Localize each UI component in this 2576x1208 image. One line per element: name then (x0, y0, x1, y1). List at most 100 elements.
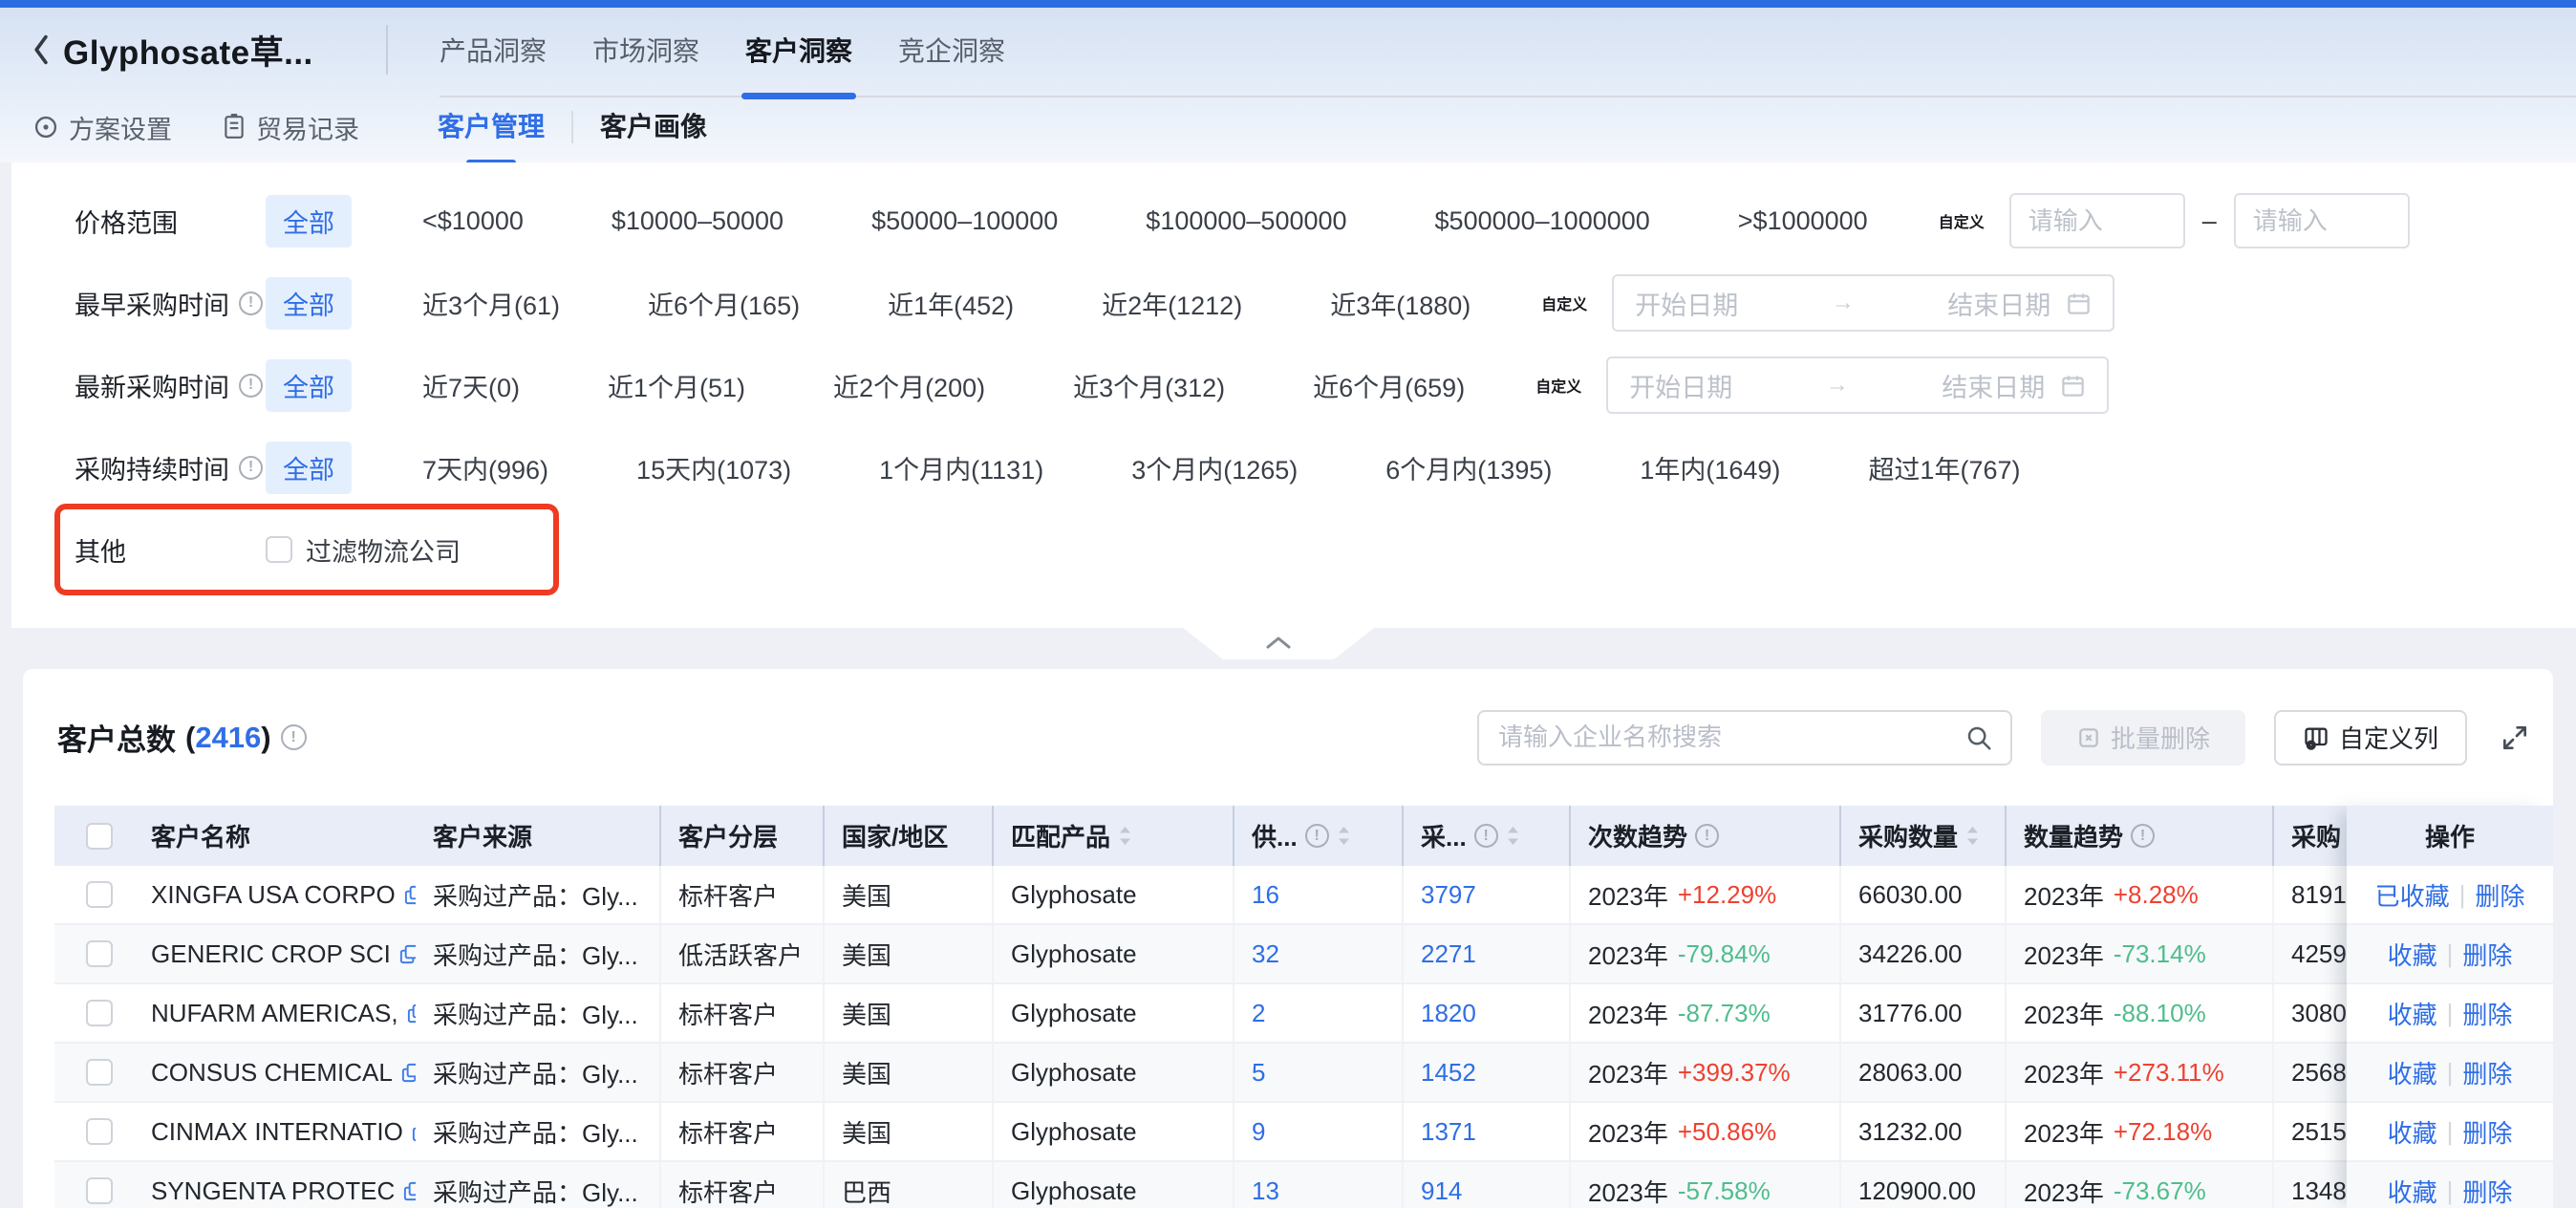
count-link[interactable]: 1452 (1421, 1058, 1476, 1088)
customer-name[interactable]: CONSUS CHEMICAL (151, 1058, 393, 1088)
count-link[interactable]: 1371 (1421, 1117, 1476, 1147)
copy-icon[interactable] (398, 943, 416, 965)
search-icon[interactable] (1964, 723, 1993, 752)
filter-option[interactable]: 近3个月(61) (405, 277, 577, 330)
scheme-settings-button[interactable]: 方案设置 (32, 109, 172, 146)
row-checkbox[interactable] (86, 881, 113, 908)
subtab-客户画像[interactable]: 客户画像 (600, 106, 707, 148)
sort-icon[interactable] (1118, 824, 1132, 848)
filter-option[interactable]: $50000–100000 (854, 199, 1075, 244)
copy-icon[interactable] (403, 884, 416, 906)
filter-option[interactable]: 6个月内(1395) (1368, 442, 1569, 494)
filter-option[interactable]: 7天内(996) (405, 442, 566, 494)
search-input[interactable] (1498, 723, 1964, 752)
count-link[interactable]: 9 (1252, 1117, 1265, 1147)
count-link[interactable]: 5 (1252, 1058, 1265, 1088)
row-checkbox[interactable] (86, 1059, 113, 1086)
count-value[interactable]: 2416 (195, 721, 261, 754)
custom-columns-button[interactable]: 自定义列 (2274, 710, 2467, 766)
custom-option[interactable]: 自定义 (1535, 374, 1581, 397)
tab-客户洞察[interactable]: 客户洞察 (745, 8, 852, 92)
filter-option[interactable]: 全部 (266, 277, 352, 330)
favorite-link[interactable]: 收藏 (2388, 1055, 2437, 1090)
delete-link[interactable]: 删除 (2475, 877, 2524, 913)
count-link[interactable]: 16 (1252, 880, 1279, 910)
count-link[interactable]: 3797 (1421, 880, 1476, 910)
filter-option[interactable]: 近6个月(659) (1296, 359, 1482, 412)
customer-name[interactable]: CINMAX INTERNATIO (151, 1117, 403, 1147)
sub-tabs: 客户管理 客户画像 (386, 106, 707, 148)
favorite-link[interactable]: 收藏 (2388, 1114, 2437, 1150)
tab-市场洞察[interactable]: 市场洞察 (592, 8, 699, 92)
sort-icon[interactable] (1965, 824, 1980, 848)
copy-icon[interactable] (400, 1062, 416, 1084)
price-max-input[interactable] (2234, 193, 2410, 248)
customer-name[interactable]: SYNGENTA PROTEC (151, 1176, 395, 1206)
favorite-link[interactable]: 收藏 (2388, 937, 2437, 972)
logistics-filter-checkbox[interactable] (266, 536, 292, 563)
delete-link[interactable]: 删除 (2462, 1114, 2512, 1150)
breadcrumb[interactable]: Glyphosate草... (0, 26, 386, 75)
filter-option[interactable]: 近1年(452) (870, 277, 1031, 330)
filter-option[interactable]: 近1个月(51) (590, 359, 762, 412)
delete-link[interactable]: 删除 (2462, 1174, 2512, 1208)
supplier-count-cell: 5 (1234, 1044, 1404, 1101)
filter-option[interactable]: 15天内(1073) (619, 442, 808, 494)
customer-name[interactable]: GENERIC CROP SCI (151, 939, 391, 969)
filter-option[interactable]: $500000–1000000 (1418, 199, 1667, 244)
custom-option[interactable]: 自定义 (1939, 209, 1985, 232)
filter-option[interactable]: <$10000 (405, 199, 541, 244)
copy-icon[interactable] (402, 1180, 416, 1202)
count-link[interactable]: 914 (1421, 1176, 1462, 1206)
favorite-link[interactable]: 已收藏 (2375, 877, 2450, 913)
filter-option[interactable]: 近7天(0) (405, 359, 537, 412)
sort-icon[interactable] (1506, 824, 1520, 848)
row-checkbox[interactable] (86, 1118, 113, 1145)
row-checkbox[interactable] (86, 1177, 113, 1204)
filter-option[interactable]: 全部 (266, 442, 352, 494)
custom-option[interactable]: 自定义 (1541, 291, 1587, 314)
count-link[interactable]: 32 (1252, 939, 1279, 969)
filter-option[interactable]: 全部 (266, 195, 352, 248)
filter-option[interactable]: 近2个月(200) (816, 359, 1002, 412)
price-min-input[interactable] (2009, 193, 2185, 248)
tab-竞企洞察[interactable]: 竞企洞察 (898, 8, 1005, 92)
count-link[interactable]: 13 (1252, 1176, 1279, 1206)
favorite-link[interactable]: 收藏 (2388, 996, 2437, 1031)
subtab-客户管理[interactable]: 客户管理 (438, 106, 545, 148)
filter-option[interactable]: 1年内(1649) (1622, 442, 1797, 494)
filter-option[interactable]: 1个月内(1131) (862, 442, 1061, 494)
customer-name[interactable]: NUFARM AMERICAS, (151, 999, 398, 1028)
customer-name[interactable]: XINGFA USA CORPO (151, 880, 396, 910)
row-checkbox[interactable] (86, 940, 113, 967)
batch-delete-button[interactable]: 批量删除 (2041, 710, 2245, 766)
copy-icon[interactable] (406, 1003, 416, 1025)
collapse-filters-button[interactable] (1183, 628, 1374, 659)
tab-产品洞察[interactable]: 产品洞察 (440, 8, 547, 92)
count-link[interactable]: 1820 (1421, 999, 1476, 1028)
delete-link[interactable]: 删除 (2462, 996, 2512, 1031)
sort-icon[interactable] (1337, 824, 1351, 848)
filter-option[interactable]: 3个月内(1265) (1114, 442, 1315, 494)
delete-link[interactable]: 删除 (2462, 1055, 2512, 1090)
filter-option[interactable]: >$1000000 (1721, 199, 1885, 244)
date-range-picker[interactable]: 开始日期→结束日期 (1612, 274, 2114, 332)
filter-option[interactable]: 全部 (266, 359, 352, 412)
favorite-link[interactable]: 收藏 (2388, 1174, 2437, 1208)
filter-option[interactable]: 超过1年(767) (1851, 442, 2037, 494)
filter-option[interactable]: 近3个月(312) (1056, 359, 1242, 412)
filter-option[interactable]: $100000–500000 (1128, 199, 1363, 244)
filter-option[interactable]: $10000–50000 (594, 199, 801, 244)
count-link[interactable]: 2271 (1421, 939, 1476, 969)
filter-option[interactable]: 近3年(1880) (1313, 277, 1488, 330)
filter-option[interactable]: 近2年(1212) (1084, 277, 1259, 330)
delete-link[interactable]: 删除 (2462, 937, 2512, 972)
fullscreen-button[interactable] (2496, 719, 2534, 757)
back-icon[interactable] (29, 33, 54, 66)
count-link[interactable]: 2 (1252, 999, 1265, 1028)
date-range-picker[interactable]: 开始日期→结束日期 (1606, 356, 2109, 414)
filter-option[interactable]: 近6个月(165) (631, 277, 817, 330)
row-checkbox[interactable] (86, 1000, 113, 1026)
select-all-checkbox[interactable] (86, 823, 113, 850)
trade-records-button[interactable]: 贸易记录 (222, 109, 359, 146)
